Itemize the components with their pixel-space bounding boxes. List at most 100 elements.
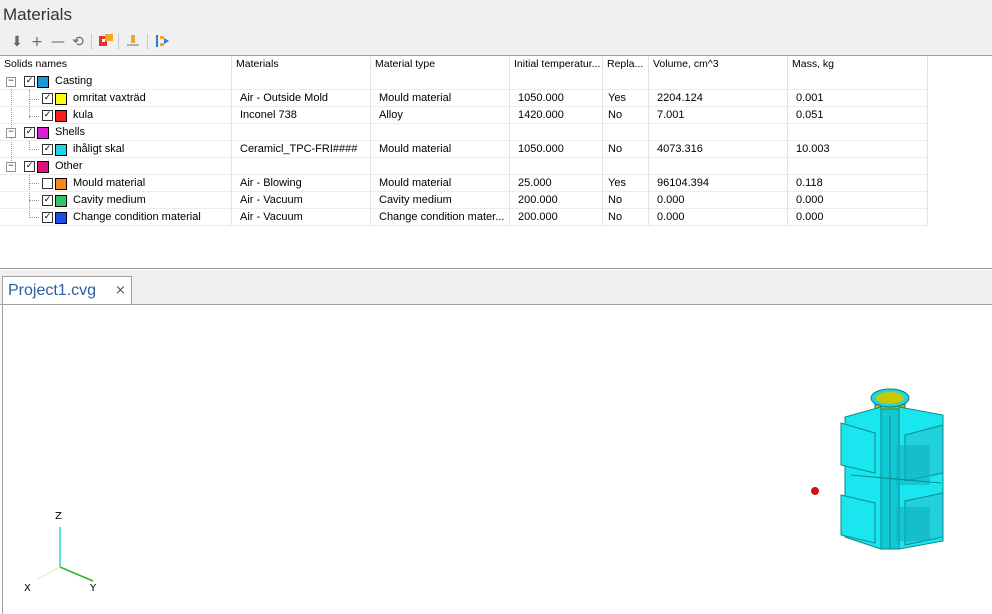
visibility-checkbox[interactable]: ✓: [42, 212, 53, 223]
mass-cell[interactable]: 0.000: [788, 209, 928, 226]
visibility-checkbox[interactable]: [42, 178, 53, 189]
table-row[interactable]: ✓ omritat vaxträd Air - Outside Mold Mould …: [0, 90, 928, 107]
volume-cell[interactable]: 0.000: [649, 209, 788, 226]
visibility-checkbox[interactable]: ✓: [24, 161, 35, 172]
color-swatch[interactable]: [55, 93, 67, 105]
volume-cell[interactable]: [649, 73, 788, 90]
mass-cell[interactable]: [788, 158, 928, 175]
material-cell[interactable]: Air - Vacuum: [232, 209, 371, 226]
volume-cell[interactable]: [649, 158, 788, 175]
tree-group-row[interactable]: − ✓ Casting: [0, 73, 928, 90]
temperature-cell[interactable]: 200.000: [510, 192, 603, 209]
3d-viewport[interactable]: Z X Y: [2, 305, 992, 614]
visibility-checkbox[interactable]: ✓: [42, 144, 53, 155]
material-cell[interactable]: [232, 73, 371, 90]
temperature-cell[interactable]: 1050.000: [510, 141, 603, 158]
temperature-cell[interactable]: [510, 158, 603, 175]
mass-cell[interactable]: 0.051: [788, 107, 928, 124]
table-row[interactable]: Mould material Air - Blowing Mould materia…: [0, 175, 928, 192]
volume-cell[interactable]: [649, 124, 788, 141]
table-row[interactable]: ✓ ihåligt skal Ceramicl_TPC-FRI#### Mould m…: [0, 141, 928, 158]
material-type-cell[interactable]: Alloy: [371, 107, 510, 124]
solid-name-label[interactable]: Casting: [55, 73, 92, 89]
material-cell[interactable]: Inconel 738: [232, 107, 371, 124]
color-swatch[interactable]: [37, 127, 49, 139]
replace-cell[interactable]: [603, 124, 649, 141]
temperature-cell[interactable]: 200.000: [510, 209, 603, 226]
replace-cell[interactable]: No: [603, 209, 649, 226]
header-initial-temperature[interactable]: Initial temperatur...: [510, 56, 603, 73]
volume-cell[interactable]: 4073.316: [649, 141, 788, 158]
casting-model[interactable]: [840, 388, 944, 550]
visibility-checkbox[interactable]: ✓: [42, 110, 53, 121]
add-icon[interactable]: +: [28, 33, 46, 51]
color-swatch[interactable]: [37, 161, 49, 173]
replace-cell[interactable]: Yes: [603, 175, 649, 192]
volume-cell[interactable]: 2204.124: [649, 90, 788, 107]
temperature-cell[interactable]: [510, 124, 603, 141]
solid-name-label[interactable]: Mould material: [73, 175, 145, 191]
header-solids-names[interactable]: Solids names: [0, 56, 232, 73]
tree-group-row[interactable]: − ✓ Other: [0, 158, 928, 175]
collapse-icon[interactable]: −: [6, 128, 16, 138]
baseline-icon[interactable]: [124, 33, 142, 51]
volume-cell[interactable]: 7.001: [649, 107, 788, 124]
color-swatch[interactable]: [55, 178, 67, 190]
close-icon[interactable]: ×: [115, 283, 126, 298]
replace-cell[interactable]: [603, 158, 649, 175]
material-type-cell[interactable]: Mould material: [371, 175, 510, 192]
temperature-cell[interactable]: [510, 73, 603, 90]
material-cell[interactable]: Air - Outside Mold: [232, 90, 371, 107]
table-row[interactable]: ✓ Cavity medium Air - Vacuum Cavity medium 2…: [0, 192, 928, 209]
mass-cell[interactable]: 0.118: [788, 175, 928, 192]
mass-cell[interactable]: [788, 124, 928, 141]
solid-name-label[interactable]: Change condition material: [73, 209, 201, 225]
temperature-cell[interactable]: 1050.000: [510, 90, 603, 107]
solid-name-label[interactable]: kula: [73, 107, 93, 123]
solid-name-label[interactable]: Other: [55, 158, 83, 174]
replace-cell[interactable]: No: [603, 107, 649, 124]
replace-cell[interactable]: No: [603, 192, 649, 209]
material-type-cell[interactable]: [371, 124, 510, 141]
material-cell[interactable]: Air - Blowing: [232, 175, 371, 192]
header-replace[interactable]: Repla...: [603, 56, 649, 73]
collapse-icon[interactable]: −: [6, 162, 16, 172]
color-swatch[interactable]: [55, 212, 67, 224]
solid-name-label[interactable]: Cavity medium: [73, 192, 146, 208]
mass-cell[interactable]: 10.003: [788, 141, 928, 158]
solid-name-label[interactable]: omritat vaxträd: [73, 90, 146, 106]
material-type-cell[interactable]: Cavity medium: [371, 192, 510, 209]
material-type-cell[interactable]: Change condition mater...: [371, 209, 510, 226]
color-swatch[interactable]: [55, 110, 67, 122]
material-cell[interactable]: Ceramicl_TPC-FRI####: [232, 141, 371, 158]
visibility-checkbox[interactable]: ✓: [24, 76, 35, 87]
material-type-cell[interactable]: Mould material: [371, 90, 510, 107]
collapse-icon[interactable]: −: [6, 77, 16, 87]
assign-material-icon[interactable]: [97, 33, 115, 51]
replace-cell[interactable]: Yes: [603, 90, 649, 107]
table-row[interactable]: ✓ kula Inconel 738 Alloy 1420.000 No 7.001 0.05…: [0, 107, 928, 124]
temperature-cell[interactable]: 1420.000: [510, 107, 603, 124]
header-material-type[interactable]: Material type: [371, 56, 510, 73]
scene-canvas[interactable]: [3, 305, 992, 614]
table-row[interactable]: ✓ Change condition material Air - Vacuum Ch…: [0, 209, 928, 226]
solid-name-label[interactable]: ihåligt skal: [73, 141, 124, 157]
align-icon[interactable]: [153, 33, 171, 51]
material-cell[interactable]: [232, 124, 371, 141]
remove-icon[interactable]: —: [49, 33, 67, 51]
volume-cell[interactable]: 0.000: [649, 192, 788, 209]
volume-cell[interactable]: 96104.394: [649, 175, 788, 192]
visibility-checkbox[interactable]: ✓: [42, 195, 53, 206]
tab-label[interactable]: Project1.cvg: [8, 282, 96, 300]
color-swatch[interactable]: [55, 195, 67, 207]
temperature-cell[interactable]: 25.000: [510, 175, 603, 192]
solid-name-label[interactable]: Shells: [55, 124, 85, 140]
mass-cell[interactable]: 0.000: [788, 192, 928, 209]
replace-cell[interactable]: [603, 73, 649, 90]
tree-group-row[interactable]: − ✓ Shells: [0, 124, 928, 141]
material-cell[interactable]: Air - Vacuum: [232, 192, 371, 209]
material-cell[interactable]: [232, 158, 371, 175]
header-materials[interactable]: Materials: [232, 56, 371, 73]
visibility-checkbox[interactable]: ✓: [24, 127, 35, 138]
color-swatch[interactable]: [55, 144, 67, 156]
